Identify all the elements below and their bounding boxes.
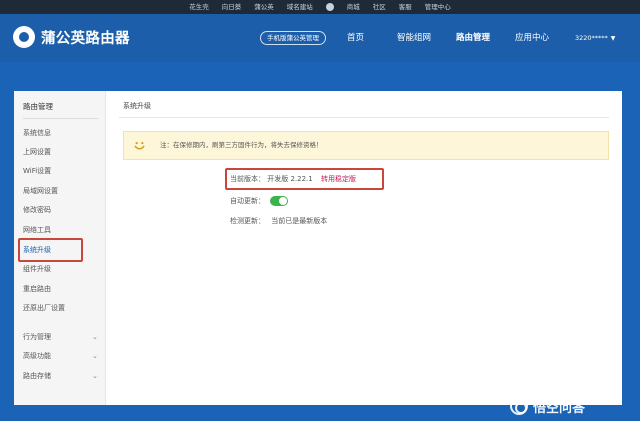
sidebar-item-lan-settings[interactable]: 局域网设置	[23, 186, 58, 196]
sidebar-item-system-info[interactable]: 系统信息	[23, 128, 51, 138]
watermark: 悟空问答	[510, 393, 585, 419]
nav-router-management[interactable]: 路由管理	[456, 14, 490, 62]
chevron-down-icon: ▼	[610, 35, 616, 42]
current-version-value: 开发版 2.22.1	[267, 175, 313, 183]
current-version-row: 当前版本： 开发版 2.22.1 转用稳定版	[230, 173, 356, 185]
check-update-value: 当前已是最新版本	[271, 217, 328, 225]
nav-app-center[interactable]: 应用中心	[515, 14, 549, 62]
mobile-management-button[interactable]: 手机版蒲公英管理	[260, 31, 326, 45]
nav-smart-network[interactable]: 智能组网	[397, 14, 431, 62]
title-divider	[119, 117, 609, 118]
sidebar-item-network-tools[interactable]: 网络工具	[23, 225, 51, 235]
page-title: 系统升级	[123, 102, 151, 110]
current-version-label: 当前版本：	[230, 175, 265, 183]
app-circle-icon[interactable]	[325, 3, 334, 11]
main-header: 蒲公英路由器 手机版蒲公英管理 首页 智能组网 路由管理 应用中心 3220**…	[0, 14, 640, 62]
warranty-notice: 注：在保修期内，刷第三方固件行为，将失去保修资格！	[123, 131, 609, 160]
sidebar-item-reboot-router[interactable]: 重启路由	[23, 284, 51, 294]
topbar-link-community[interactable]: 社区	[373, 0, 386, 14]
auto-update-label: 自动更新：	[230, 197, 265, 205]
topbar-link-domain[interactable]: 域名建站	[287, 0, 313, 14]
sidebar-divider	[23, 118, 98, 119]
sidebar-item-component-upgrade[interactable]: 组件升级	[23, 264, 51, 274]
user-account-menu[interactable]: 3220***** ▼	[575, 14, 615, 62]
content-card: 路由管理 系统信息 上网设置 WiFi设置 局域网设置 修改密码 网络工具 系统…	[14, 91, 622, 405]
wukong-logo-icon	[510, 397, 528, 415]
topbar-link-pugongying[interactable]: 蒲公英	[254, 0, 274, 14]
dandelion-logo-icon	[13, 26, 35, 48]
toggle-knob	[279, 197, 287, 205]
nav-home[interactable]: 首页	[347, 14, 364, 62]
topbar-link-xiangrikui[interactable]: 向日葵	[222, 0, 242, 14]
sidebar-item-wifi-settings[interactable]: WiFi设置	[23, 166, 51, 176]
chevron-down-icon[interactable]: ⌄	[92, 351, 98, 361]
sidebar-title: 路由管理	[23, 102, 53, 111]
check-update-row: 检测更新： 当前已是最新版本	[230, 215, 327, 227]
sidebar-group-behavior-management[interactable]: 行为管理	[23, 332, 51, 342]
check-update-label: 检测更新：	[230, 217, 265, 225]
smile-icon	[134, 142, 145, 150]
chevron-down-icon[interactable]: ⌄	[92, 371, 98, 381]
brand-logo[interactable]: 蒲公英路由器	[13, 26, 130, 48]
chevron-down-icon[interactable]: ⌄	[92, 332, 98, 342]
auto-update-toggle[interactable]	[270, 196, 288, 206]
watermark-text: 悟空问答	[533, 400, 586, 416]
topbar-link-admin-center[interactable]: 管理中心	[425, 0, 451, 14]
sidebar: 路由管理 系统信息 上网设置 WiFi设置 局域网设置 修改密码 网络工具 系统…	[14, 91, 106, 405]
sidebar-item-change-password[interactable]: 修改密码	[23, 205, 51, 215]
annotation-highlight-sidebar	[18, 238, 83, 262]
sidebar-group-router-storage[interactable]: 路由存储	[23, 371, 51, 381]
sidebar-item-internet-settings[interactable]: 上网设置	[23, 147, 51, 157]
topbar-link-mall[interactable]: 商城	[347, 0, 360, 14]
topbar-link-service[interactable]: 客服	[399, 0, 412, 14]
user-account-name: 3220*****	[575, 34, 608, 42]
sidebar-item-factory-reset[interactable]: 还原出厂设置	[23, 303, 65, 313]
brand-name: 蒲公英路由器	[41, 30, 130, 47]
main-panel: 系统升级 注：在保修期内，刷第三方固件行为，将失去保修资格！ 当前版本： 开发版…	[107, 91, 622, 405]
top-utility-bar: 花生壳 向日葵 蒲公英 域名建站 商城 社区 客服 管理中心	[0, 0, 640, 14]
sidebar-group-advanced[interactable]: 高级功能	[23, 351, 51, 361]
switch-to-stable-link[interactable]: 转用稳定版	[321, 175, 356, 183]
topbar-link-huashengke[interactable]: 花生壳	[189, 0, 209, 14]
notice-text: 注：在保修期内，刷第三方固件行为，将失去保修资格！	[160, 141, 323, 149]
